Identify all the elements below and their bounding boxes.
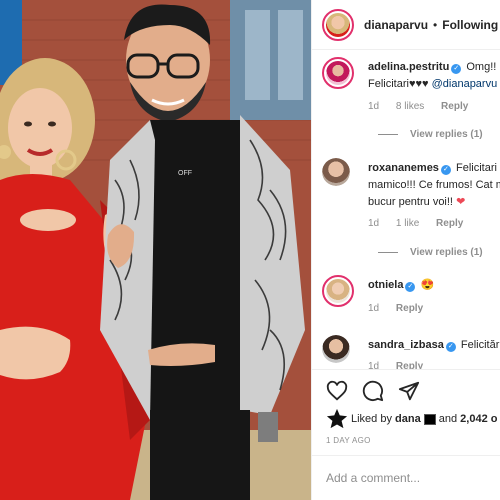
add-comment-input[interactable] — [326, 471, 491, 485]
action-icons — [326, 380, 420, 402]
view-replies-label: View replies (1) — [410, 129, 483, 140]
commenter-avatar[interactable] — [322, 335, 350, 363]
liker-avatar-icon — [326, 408, 348, 429]
comment-meta: 1d 1 like Reply — [368, 218, 477, 229]
comment-username[interactable]: otniela — [368, 279, 403, 291]
view-replies-label: View replies (1) — [410, 247, 483, 258]
comment-text: otniela ✓ 😍 — [368, 277, 500, 294]
comment-username[interactable]: roxananemes — [368, 162, 439, 174]
liked-by-prefix: Liked by — [351, 413, 392, 425]
comment-meta: 1d Reply — [368, 303, 437, 314]
verified-badge-icon: ✓ — [405, 282, 416, 292]
post-actions: Liked by dana and 2,042 o 1 DAY AGO — [312, 369, 500, 455]
comment-mention[interactable]: @dianaparvu — [432, 78, 498, 90]
comment-text: adelina.pestritu ✓ Omg!! Felicitari♥♥♥ @d… — [368, 59, 500, 93]
post-photo[interactable]: OFF — [0, 0, 311, 500]
post-header: dianaparvu • Following — [312, 0, 500, 50]
reply-button[interactable]: Reply — [441, 101, 468, 112]
comment-time: 1d — [368, 361, 380, 369]
comment-meta: 1d Reply — [368, 361, 437, 369]
heart-outline-icon[interactable] — [326, 380, 348, 402]
verified-badge-icon: ✓ — [440, 165, 451, 175]
verified-badge-icon: ✓ — [451, 64, 462, 74]
author-avatar[interactable] — [322, 8, 354, 41]
comment-item: sandra_izbasa ✓ Felicitări 1d Reply — [322, 335, 500, 369]
comment-item: adelina.pestritu ✓ Omg!! Felicitari♥♥♥ @d… — [322, 57, 500, 152]
comment-text: sandra_izbasa ✓ Felicitări — [368, 337, 500, 354]
comment-item: roxananemes ✓ Felicitari mamico!!! Ce fru… — [322, 158, 500, 263]
comment-likes[interactable]: 1 like — [396, 218, 419, 229]
comment-username[interactable]: sandra_izbasa — [368, 339, 444, 351]
photo-illustration: OFF — [0, 0, 311, 500]
verified-badge-icon: ✓ — [445, 342, 456, 352]
view-replies-button[interactable]: View replies (1) — [378, 129, 483, 140]
commenter-avatar[interactable] — [322, 275, 354, 307]
add-comment-bar — [312, 455, 500, 500]
comment-username[interactable]: adelina.pestritu — [368, 61, 449, 73]
svg-text:OFF: OFF — [178, 170, 192, 177]
comment-text: roxananemes ✓ Felicitari mamico!!! Ce fru… — [368, 160, 500, 211]
comment-message: Felicitări — [460, 339, 500, 351]
header-separator: • — [433, 17, 438, 32]
comment-likes[interactable]: 8 likes — [396, 101, 424, 112]
comment-time: 1d — [368, 101, 380, 112]
likes-count[interactable]: 2,042 o — [460, 413, 497, 425]
divider-line — [378, 134, 398, 135]
comment-meta: 1d 8 likes Reply — [368, 101, 482, 112]
liked-by-user[interactable]: dana — [395, 413, 421, 425]
liked-by-connector: and — [438, 413, 458, 425]
commenter-avatar[interactable] — [322, 158, 350, 186]
comment-time: 1d — [368, 218, 380, 229]
commenter-avatar[interactable] — [322, 57, 354, 89]
following-button[interactable]: Following — [442, 18, 498, 32]
view-replies-button[interactable]: View replies (1) — [378, 247, 483, 258]
heart-eyes-emoji: 😍 — [420, 279, 435, 291]
reply-button[interactable]: Reply — [396, 361, 423, 369]
comment-time: 1d — [368, 303, 380, 314]
comment-icon[interactable] — [362, 380, 384, 402]
comments-list[interactable]: adelina.pestritu ✓ Omg!! Felicitari♥♥♥ @d… — [312, 50, 500, 369]
reply-button[interactable]: Reply — [436, 218, 463, 229]
liked-by-line[interactable]: Liked by dana and 2,042 o — [326, 408, 497, 430]
redaction-mark — [423, 413, 436, 425]
reply-button[interactable]: Reply — [396, 303, 423, 314]
red-heart-emoji: ❤ — [456, 196, 466, 208]
post-side-panel: dianaparvu • Following adelina.pestritu ✓… — [311, 0, 500, 500]
post-timestamp[interactable]: 1 DAY AGO — [326, 436, 371, 445]
comment-item: otniela ✓ 😍 1d Reply — [322, 275, 500, 325]
divider-line — [378, 252, 398, 253]
author-username[interactable]: dianaparvu — [364, 18, 428, 32]
paper-plane-icon[interactable] — [398, 380, 420, 402]
